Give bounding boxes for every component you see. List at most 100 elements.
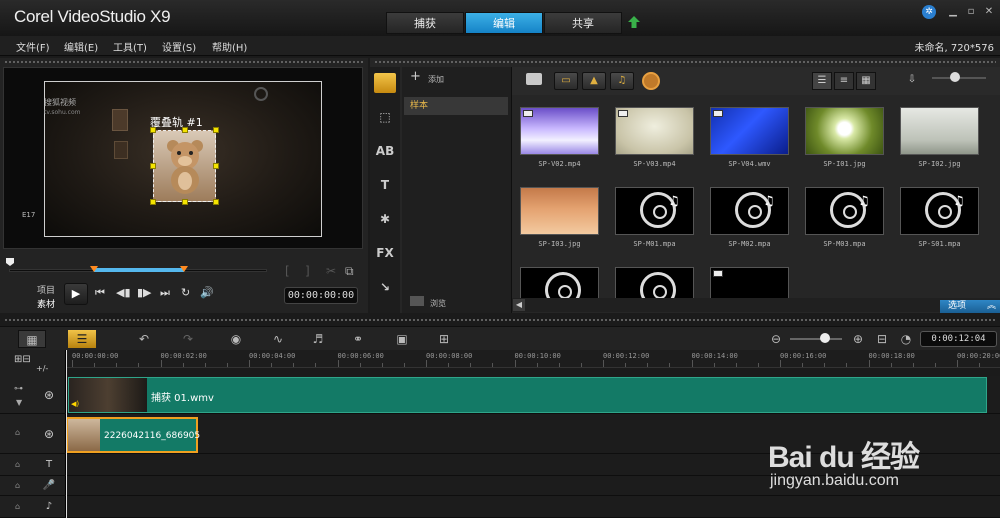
mode-project-label[interactable]: 项目 <box>37 283 55 296</box>
panel-grip[interactable] <box>4 318 996 322</box>
add-folder-icon[interactable]: + <box>410 69 421 84</box>
track-manager-icon[interactable]: ⊞⊟ <box>14 354 31 365</box>
browse-icon[interactable] <box>410 296 424 306</box>
storyboard-view-icon[interactable]: ▦ <box>18 330 46 348</box>
thumbnail-size-knob[interactable] <box>950 72 960 82</box>
library-item[interactable]: SP-V02.mp4 <box>512 95 607 173</box>
panel-grip[interactable] <box>374 60 996 64</box>
library-item[interactable] <box>512 255 607 298</box>
resize-handle[interactable] <box>150 163 156 169</box>
overlay-track-icon[interactable]: ⊛ <box>40 425 58 443</box>
split-clip-icon[interactable]: ✂ <box>326 264 336 278</box>
list-view-icon[interactable]: ☰ <box>812 72 832 90</box>
path-icon[interactable]: ↘ <box>374 277 396 297</box>
resize-handle[interactable] <box>150 127 156 133</box>
library-item[interactable]: SP-I01.jpg <box>797 95 892 173</box>
library-scrollbar[interactable]: ◀ <box>512 298 1000 312</box>
lock-icon[interactable]: ⌂ <box>15 481 20 490</box>
upload-arrow-icon[interactable] <box>627 15 641 29</box>
graphics-icon[interactable]: ✱ <box>374 209 396 229</box>
media-library-icon[interactable] <box>374 73 396 93</box>
folder-sample[interactable]: 样本 <box>404 97 508 115</box>
project-duration[interactable]: 0:00:12:04 <box>920 331 997 347</box>
home-icon[interactable]: ⏮ <box>95 286 105 300</box>
menu-help[interactable]: 帮助(H) <box>212 39 247 54</box>
video-track-icon[interactable]: ⊛ <box>40 386 58 404</box>
instant-project-icon[interactable]: ⬚ <box>374 107 396 127</box>
library-item[interactable]: ♫ SP-S01.mpa <box>892 175 987 253</box>
music-track-icon[interactable]: ♪ <box>40 498 58 516</box>
zoom-out-icon[interactable]: ⊖ <box>762 330 790 348</box>
menu-settings[interactable]: 设置(S) <box>162 39 196 54</box>
lock-icon[interactable]: ⌂ <box>15 502 20 511</box>
multi-camera-icon[interactable]: ⊞ <box>430 330 458 348</box>
previous-frame-icon[interactable]: ◀▮ <box>116 286 131 299</box>
library-item[interactable] <box>607 255 702 298</box>
library-item[interactable]: SP-V03.mp4 <box>607 95 702 173</box>
ripple-edit-icon[interactable]: ⊶ <box>14 384 23 394</box>
import-folder-icon[interactable] <box>526 73 542 85</box>
resize-handle[interactable] <box>213 127 219 133</box>
mark-out-bracket-icon[interactable]: ] <box>305 264 310 278</box>
mark-in-bracket-icon[interactable]: [ <box>285 264 290 278</box>
auto-music-icon[interactable]: ♬ <box>304 330 332 348</box>
thumbnail-view-icon[interactable]: ▦ <box>856 72 876 90</box>
menu-tools[interactable]: 工具(T) <box>113 39 147 54</box>
maximize-icon[interactable]: ▫ <box>964 6 978 18</box>
subtitle-editor-icon[interactable]: ▣ <box>388 330 416 348</box>
menu-edit[interactable]: 编辑(E) <box>64 39 98 54</box>
transition-icon[interactable]: AB <box>374 141 396 161</box>
add-folder-label[interactable]: 添加 <box>428 74 444 85</box>
scroll-left-icon[interactable]: ◀ <box>513 299 525 311</box>
tab-share[interactable]: 共享 <box>544 12 622 34</box>
timeline-ruler[interactable]: 00:00:00:00 00:00:02:00 00:00:04:00 00:00:0… <box>66 350 1000 368</box>
resize-handle[interactable] <box>213 163 219 169</box>
library-item[interactable]: SP-I03.jpg <box>512 175 607 253</box>
timeline-view-icon[interactable]: ☰ <box>68 330 96 348</box>
close-icon[interactable]: ✕ <box>982 6 996 18</box>
resize-handle[interactable] <box>150 199 156 205</box>
library-item[interactable]: ♫ SP-M01.mpa <box>607 175 702 253</box>
library-item[interactable]: SP-V04.wmv <box>702 95 797 173</box>
help-globe-icon[interactable]: ✲ <box>922 5 936 19</box>
browse-label[interactable]: 浏览 <box>430 298 446 309</box>
mode-clip-label[interactable]: 素材 <box>37 297 55 310</box>
resize-handle[interactable] <box>182 199 188 205</box>
timeline-zoom-slider[interactable] <box>790 338 842 340</box>
overlay-clip[interactable]: 2226042116_686905 <box>66 417 200 453</box>
motion-tracking-icon[interactable]: ⚭ <box>344 330 372 348</box>
video-clip[interactable]: ◀) 捕获 01.wmv <box>68 377 987 413</box>
record-capture-icon[interactable]: ◉ <box>222 330 250 348</box>
detail-view-icon[interactable]: ≡ <box>834 72 854 90</box>
player-timecode[interactable]: 00:00:00:00 <box>284 287 358 304</box>
redo-icon[interactable]: ↷ <box>174 330 202 348</box>
overlay-clip-preview[interactable] <box>153 130 216 202</box>
tab-capture[interactable]: 捕获 <box>386 12 464 34</box>
tab-edit[interactable]: 编辑 <box>465 12 543 34</box>
resize-handle[interactable] <box>213 199 219 205</box>
sort-options-icon[interactable] <box>642 72 660 90</box>
mark-in-icon[interactable] <box>90 266 98 272</box>
chevron-down-icon[interactable]: ▼ <box>16 398 22 407</box>
end-icon[interactable]: ⏭ <box>160 286 170 300</box>
options-button[interactable]: 选项 ︽ <box>940 300 1000 313</box>
sound-mixer-icon[interactable]: ∿ <box>264 330 292 348</box>
library-item[interactable]: SP-I02.jpg <box>892 95 987 173</box>
show-video-icon[interactable]: ▭ <box>554 72 578 90</box>
show-audio-icon[interactable]: ♫ <box>610 72 634 90</box>
filter-fx-icon[interactable]: FX <box>374 243 396 263</box>
lock-icon[interactable]: ⌂ <box>15 460 20 469</box>
preview-screen[interactable]: 搜狐视频 tv.sohu.com E17 覆叠轨 #1 <box>3 67 363 249</box>
music-track[interactable] <box>66 496 1000 518</box>
enlarge-preview-icon[interactable]: ⧉ <box>345 264 354 279</box>
library-item[interactable]: ♫ SP-M03.mpa <box>797 175 892 253</box>
show-photo-icon[interactable]: ▲ <box>582 72 606 90</box>
repeat-icon[interactable]: ↻ <box>181 286 190 299</box>
scrub-head-icon[interactable] <box>5 257 15 267</box>
add-remove-chapter-icon[interactable]: +/- <box>36 364 48 373</box>
sort-icon[interactable]: ⇩ <box>902 72 922 90</box>
resize-handle[interactable] <box>182 127 188 133</box>
play-button[interactable]: ▶ <box>64 283 88 305</box>
timeline-zoom-knob[interactable] <box>820 333 830 343</box>
title-icon[interactable]: T <box>374 175 396 195</box>
